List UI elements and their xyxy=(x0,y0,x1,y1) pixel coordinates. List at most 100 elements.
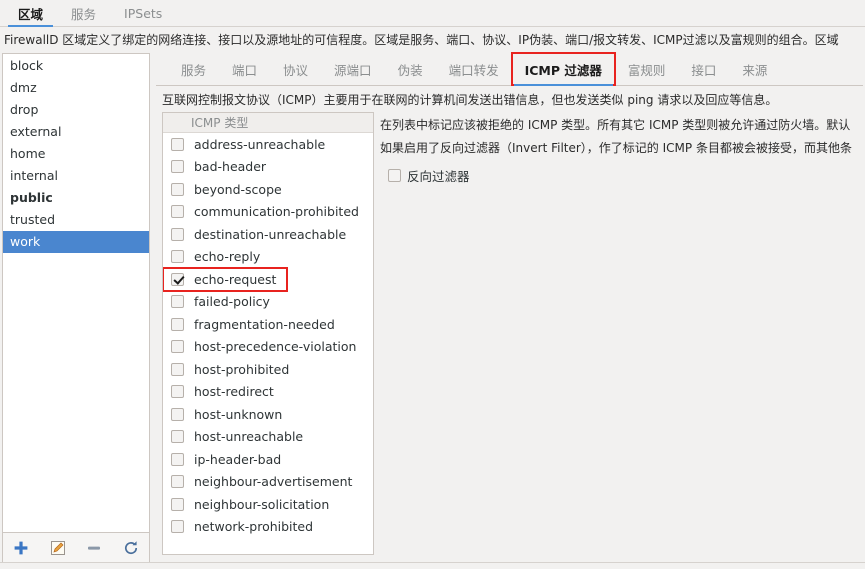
icmp-filter-info: 在列表中标记应该被拒绝的 ICMP 类型。所有其它 ICMP 类型则被允许通过防… xyxy=(374,112,863,555)
main-tab-0[interactable]: 区域 xyxy=(4,0,57,27)
icmp-type-row[interactable]: failed-policy xyxy=(163,291,373,314)
invert-filter-label: 反向过滤器 xyxy=(407,169,470,184)
zone-settings-tabbar: 服务 端口 协议 源端口 伪装 端口转发 ICMP 过滤器 富规则 接口 来源 xyxy=(156,52,863,86)
add-icon[interactable] xyxy=(3,534,40,562)
icmp-type-checkbox[interactable] xyxy=(171,407,184,421)
icmp-type-checkbox[interactable] xyxy=(171,497,184,511)
icmp-type-checkbox[interactable] xyxy=(171,205,184,219)
zone-item-internal[interactable]: internal xyxy=(3,165,149,187)
zone-tab-9[interactable]: 来源 xyxy=(729,53,780,85)
icmp-type-list-panel: ICMP 类型 address-unreachable bad-header bey… xyxy=(162,112,374,555)
icmp-type-label: echo-request xyxy=(194,271,277,287)
icmp-type-checkbox[interactable] xyxy=(171,452,184,466)
zone-tab-0[interactable]: 服务 xyxy=(168,53,219,85)
icmp-info-line-1: 在列表中标记应该被拒绝的 ICMP 类型。所有其它 ICMP 类型则被允许通过防… xyxy=(380,118,851,132)
icmp-type-label: destination-unreachable xyxy=(194,226,347,242)
zone-item-work[interactable]: work xyxy=(3,231,149,253)
icmp-type-column-header[interactable]: ICMP 类型 xyxy=(163,113,373,133)
icmp-type-list[interactable]: address-unreachable bad-header beyond-scop… xyxy=(163,133,373,554)
icmp-type-label: communication-prohibited xyxy=(194,204,359,220)
zone-tab-5[interactable]: 端口转发 xyxy=(436,53,512,85)
zone-toolbar xyxy=(2,533,150,563)
main-tabbar: 区域 服务 IPSets xyxy=(0,0,865,27)
icmp-type-checkbox[interactable] xyxy=(171,317,184,331)
icmp-type-label: neighbour-solicitation xyxy=(194,496,330,512)
zone-tab-4[interactable]: 伪装 xyxy=(385,53,436,85)
icmp-type-row[interactable]: destination-unreachable xyxy=(163,223,373,246)
icmp-type-row[interactable]: communication-prohibited xyxy=(163,201,373,224)
icmp-type-checkbox[interactable] xyxy=(171,430,184,444)
icmp-type-row[interactable]: host-prohibited xyxy=(163,358,373,381)
invert-filter-checkbox-row[interactable]: 反向过滤器 xyxy=(380,166,863,185)
icmp-type-row[interactable]: network-prohibited xyxy=(163,516,373,539)
icmp-type-checkbox[interactable] xyxy=(171,385,184,399)
zone-item-block[interactable]: block xyxy=(3,55,149,77)
zone-item-trusted[interactable]: trusted xyxy=(3,209,149,231)
icmp-info-line-2: 如果启用了反向过滤器（Invert Filter），作了标记的 ICMP 条目都… xyxy=(380,141,852,155)
icmp-type-label: host-precedence-violation xyxy=(194,339,357,355)
icmp-type-row[interactable]: ip-header-bad xyxy=(163,448,373,471)
icmp-type-label: host-unknown xyxy=(194,406,283,422)
zone-description-text: FirewallD 区域定义了绑定的网络连接、接口以及源地址的可信程度。区域是服… xyxy=(0,27,865,53)
main-area: block dmz drop external home internal public tr… xyxy=(0,52,865,563)
icmp-type-checkbox[interactable] xyxy=(171,250,184,264)
icmp-type-label: host-prohibited xyxy=(194,361,290,377)
icmp-type-row[interactable]: host-precedence-violation xyxy=(163,336,373,359)
zone-tab-6[interactable]: ICMP 过滤器 xyxy=(510,52,616,86)
zone-item-external[interactable]: external xyxy=(3,121,149,143)
zone-panel: block dmz drop external home internal public tr… xyxy=(2,53,150,563)
zone-tab-1[interactable]: 端口 xyxy=(219,53,270,85)
reload-icon[interactable] xyxy=(113,534,150,562)
icmp-type-checkbox[interactable] xyxy=(171,137,184,151)
icmp-type-label: ip-header-bad xyxy=(194,451,282,467)
icmp-type-row[interactable]: host-redirect xyxy=(163,381,373,404)
icmp-type-row[interactable]: echo-reply xyxy=(163,246,373,269)
zone-item-public[interactable]: public xyxy=(3,187,149,209)
icmp-type-label: network-prohibited xyxy=(194,519,314,535)
icmp-type-row[interactable]: address-unreachable xyxy=(163,133,373,156)
zone-item-drop[interactable]: drop xyxy=(3,99,149,121)
zone-tab-2[interactable]: 协议 xyxy=(270,53,321,85)
icmp-type-checkbox[interactable] xyxy=(171,362,184,376)
icmp-type-row[interactable]: beyond-scope xyxy=(163,178,373,201)
icmp-type-row[interactable]: neighbour-solicitation xyxy=(163,493,373,516)
icmp-type-row[interactable]: host-unknown xyxy=(163,403,373,426)
invert-filter-checkbox[interactable] xyxy=(388,169,401,182)
remove-icon[interactable] xyxy=(76,534,113,562)
icmp-type-checkbox[interactable] xyxy=(171,182,184,196)
icmp-type-label: beyond-scope xyxy=(194,181,282,197)
icmp-type-row[interactable]: echo-request xyxy=(163,267,288,292)
icmp-type-row[interactable]: bad-header xyxy=(163,156,373,179)
zone-tab-7[interactable]: 富规则 xyxy=(615,53,679,85)
zone-tab-8[interactable]: 接口 xyxy=(678,53,729,85)
main-tab-1[interactable]: 服务 xyxy=(57,0,110,26)
icmp-type-label: address-unreachable xyxy=(194,136,326,152)
icmp-description-text: 互联网控制报文协议（ICMP）主要用于在联网的计算机间发送出错信息，但也发送类似… xyxy=(162,93,778,107)
icmp-type-label: echo-reply xyxy=(194,249,261,265)
icmp-type-label: host-redirect xyxy=(194,384,274,400)
icmp-type-checkbox[interactable] xyxy=(171,520,184,534)
icmp-type-label: fragmentation-needed xyxy=(194,316,335,332)
icmp-type-row[interactable]: neighbour-advertisement xyxy=(163,471,373,494)
zone-tab-3[interactable]: 源端口 xyxy=(321,53,385,85)
icmp-type-row[interactable]: fragmentation-needed xyxy=(163,313,373,336)
icmp-type-checkbox[interactable] xyxy=(171,160,184,174)
icmp-type-label: bad-header xyxy=(194,159,267,175)
icmp-type-label: host-unreachable xyxy=(194,429,304,445)
zone-settings-panel: 服务 端口 协议 源端口 伪装 端口转发 ICMP 过滤器 富规则 接口 来源 互联网控制报文协议… xyxy=(156,52,863,563)
icmp-type-checkbox[interactable] xyxy=(171,475,184,489)
icmp-type-checkbox[interactable] xyxy=(171,340,184,354)
icmp-type-checkbox[interactable] xyxy=(171,227,184,241)
zone-item-dmz[interactable]: dmz xyxy=(3,77,149,99)
zone-list[interactable]: block dmz drop external home internal public tr… xyxy=(2,53,150,533)
edit-icon[interactable] xyxy=(40,534,77,562)
icmp-type-checkbox[interactable] xyxy=(171,295,184,309)
icmp-type-checkbox[interactable] xyxy=(171,272,184,286)
main-tab-2[interactable]: IPSets xyxy=(110,0,176,26)
icmp-type-label: neighbour-advertisement xyxy=(194,474,353,490)
window-bottom-strip xyxy=(0,562,865,569)
icmp-filter-body: ICMP 类型 address-unreachable bad-header bey… xyxy=(156,112,863,563)
zone-item-home[interactable]: home xyxy=(3,143,149,165)
icmp-type-label: failed-policy xyxy=(194,294,270,310)
icmp-type-row[interactable]: host-unreachable xyxy=(163,426,373,449)
